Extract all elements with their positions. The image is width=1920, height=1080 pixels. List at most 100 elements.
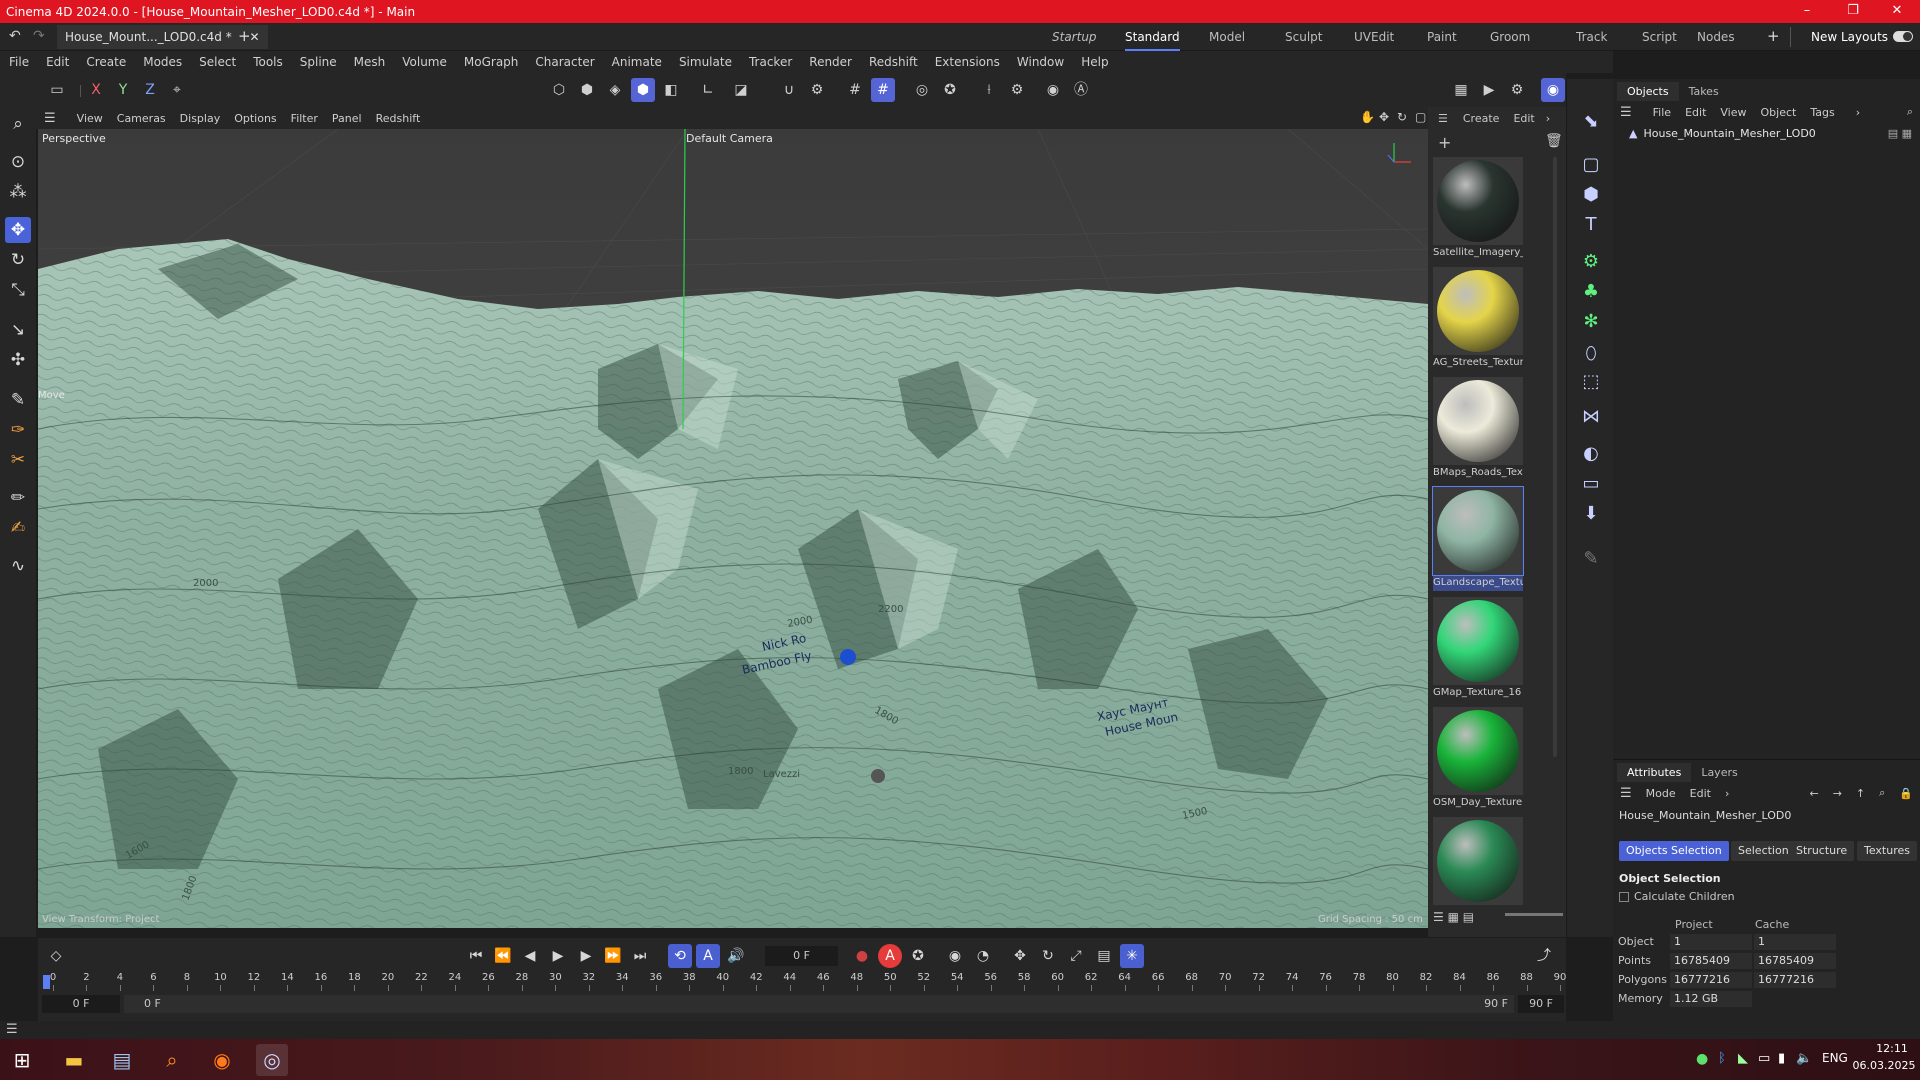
viewport-menu-filter[interactable]: Filter	[284, 112, 325, 125]
play-icon[interactable]: ▶	[546, 944, 570, 968]
material-swatch[interactable]: AG_Streets_Textur	[1433, 267, 1523, 371]
layout-tab-groom[interactable]: Groom	[1490, 23, 1530, 51]
menu-tools[interactable]: Tools	[244, 55, 291, 69]
objects-menu-object[interactable]: Object	[1754, 106, 1804, 119]
axis-mode-icon[interactable]: ∟	[696, 78, 720, 102]
battery-icon[interactable]: ▮	[1778, 1051, 1785, 1066]
sound-icon[interactable]: 🔊	[724, 944, 748, 968]
tab-attributes[interactable]: Attributes	[1617, 763, 1692, 782]
texture-mode-icon[interactable]: ◪	[729, 78, 753, 102]
objects-hamburger-icon[interactable]: ☰	[1613, 105, 1639, 120]
lock-workplane-icon[interactable]: Ⓐ	[1069, 78, 1093, 102]
close-button[interactable]: ✕	[1874, 0, 1920, 23]
new-tab-icon[interactable]: +	[238, 27, 251, 45]
calculate-children-checkbox[interactable]	[1619, 891, 1629, 902]
layout-tab-sculpt[interactable]: Sculpt	[1285, 23, 1322, 51]
maximize-button[interactable]: ❐	[1830, 0, 1876, 23]
move-tool-icon[interactable]: ✥	[5, 217, 31, 243]
tab-objects[interactable]: Objects	[1617, 82, 1679, 101]
keyframe-icon[interactable]: ◇	[44, 944, 68, 968]
scale-tool-icon[interactable]: ⤡	[5, 277, 31, 303]
menu-mograph[interactable]: MoGraph	[455, 55, 527, 69]
menu-modes[interactable]: Modes	[134, 55, 190, 69]
clock-time[interactable]: 12:11	[1866, 1042, 1918, 1055]
forward-arrow-icon[interactable]: →	[1826, 787, 1849, 800]
menu-redshift[interactable]: Redshift	[860, 55, 926, 69]
selection-button[interactable]: Selection	[1731, 841, 1796, 861]
rotate-tool-icon[interactable]: ↻	[5, 247, 31, 273]
spline-sketch-icon[interactable]: ✑	[5, 417, 31, 443]
timing-icon[interactable]: ◔	[971, 944, 995, 968]
cinema4d-app-icon[interactable]: ◎	[256, 1044, 288, 1076]
material-swatch[interactable]: GLandscape_Textu	[1432, 486, 1524, 591]
camera-label[interactable]: Default Camera	[686, 132, 773, 145]
grid-snap-icon[interactable]: #	[871, 78, 895, 102]
coordinate-system-icon[interactable]: ⌖	[165, 78, 189, 102]
delete-material-icon[interactable]: 🗑	[1545, 133, 1563, 149]
layout-tab-track[interactable]: Track	[1576, 23, 1607, 51]
camera-icon[interactable]: ▭	[1578, 471, 1604, 497]
transfer-tool-icon[interactable]: ↘	[5, 317, 31, 343]
menu-create[interactable]: Create	[77, 55, 134, 69]
objects-menu-view[interactable]: View	[1713, 106, 1753, 119]
points-mode-icon[interactable]: ⬡	[547, 78, 571, 102]
next-key-icon[interactable]: ⏩	[601, 944, 625, 968]
layout-tab-nodes[interactable]: Nodes	[1697, 23, 1735, 51]
layout-tab-startup[interactable]: Startup	[1052, 23, 1097, 51]
paint-tool-icon[interactable]: ✍	[5, 515, 31, 541]
calculate-children-row[interactable]: Calculate Children	[1619, 890, 1735, 903]
firefox-icon[interactable]: ◉	[206, 1044, 238, 1076]
viewport-solo-icon[interactable]: ⌕	[5, 111, 31, 137]
layout-tab-model[interactable]: Model	[1209, 23, 1245, 51]
knife-tool-icon[interactable]: ✂	[5, 447, 31, 473]
material-hamburger-icon[interactable]: ☰	[1428, 112, 1456, 125]
clock-date[interactable]: 06.03.2025	[1852, 1059, 1916, 1072]
search-app-icon[interactable]: ⌕	[156, 1044, 188, 1076]
brush-tool-icon[interactable]: ✏	[5, 485, 31, 511]
next-frame-icon[interactable]: ▶	[574, 944, 598, 968]
up-arrow-icon[interactable]: ↑	[1849, 787, 1872, 800]
preview-range-slider[interactable]: 0 F 90 F	[124, 995, 1514, 1013]
cloner-icon[interactable]: ♣	[1578, 279, 1604, 305]
edges-mode-icon[interactable]: ⬢	[575, 78, 599, 102]
param-key-icon[interactable]: ▤	[1092, 944, 1116, 968]
volume-icon[interactable]: 🔈	[1796, 1051, 1812, 1066]
nvidia-icon[interactable]: ◣	[1738, 1051, 1748, 1066]
objects-menu-edit[interactable]: Edit	[1678, 106, 1713, 119]
chevron-right-icon[interactable]: ›	[1718, 787, 1736, 800]
material-menu-edit[interactable]: Edit	[1506, 112, 1541, 125]
new-layouts-label[interactable]: New Layouts	[1811, 30, 1888, 44]
3d-viewport[interactable]: Nick Ro Bamboo Fly Хаус Маунт House Moun…	[38, 129, 1428, 928]
menu-simulate[interactable]: Simulate	[670, 55, 740, 69]
prev-key-icon[interactable]: ⏪	[491, 944, 515, 968]
start-frame-field[interactable]: 0 F	[42, 995, 120, 1013]
notepad-icon[interactable]: ▤	[106, 1044, 138, 1076]
viewport-menu-panel[interactable]: Panel	[325, 112, 369, 125]
chevron-right-icon[interactable]: ›	[1849, 106, 1867, 119]
file-explorer-icon[interactable]: ▬	[58, 1044, 90, 1076]
spline-rectangle-icon[interactable]: ▢	[1578, 152, 1604, 178]
tab-layers[interactable]: Layers	[1691, 763, 1747, 782]
objects-menu-file[interactable]: File	[1646, 106, 1678, 119]
select-tool-icon[interactable]: ⊙	[5, 149, 31, 175]
rotation-key-icon[interactable]: ↻	[1036, 944, 1060, 968]
select-camera-icon[interactable]: ⬊	[1578, 109, 1604, 135]
layout-tab-paint[interactable]: Paint	[1427, 23, 1457, 51]
fcurve-icon[interactable]: ⤴	[1532, 944, 1556, 968]
timeline-ruler[interactable]: 0 2 4 6 8 10 12 14 16 18 20 22 24 26 28 30 32 34 36 38 40 42 4…	[38, 970, 1566, 992]
material-view-icons[interactable]: ☰ ▦ ▤	[1433, 910, 1474, 924]
menu-render[interactable]: Render	[800, 55, 860, 69]
selection-options-icon[interactable]: ⁂	[5, 179, 31, 205]
viewport-menu-redshift[interactable]: Redshift	[369, 112, 428, 125]
selection-filter-icon[interactable]: ▭	[45, 78, 69, 102]
document-tab[interactable]: House_Mount..._LOD0.c4d * ✕	[57, 25, 268, 49]
add-layout-icon[interactable]: +	[1767, 27, 1780, 45]
menu-file[interactable]: File	[0, 55, 37, 69]
language-indicator[interactable]: ENG	[1822, 1051, 1848, 1065]
attributes-hamburger-icon[interactable]: ☰	[1613, 786, 1639, 801]
menu-volume[interactable]: Volume	[393, 55, 455, 69]
spline-pen-icon[interactable]: ✎	[5, 387, 31, 413]
search-icon[interactable]: ⌕	[1900, 105, 1920, 119]
tab-takes[interactable]: Takes	[1679, 82, 1729, 101]
workplane-icon[interactable]: ◉	[1041, 78, 1065, 102]
